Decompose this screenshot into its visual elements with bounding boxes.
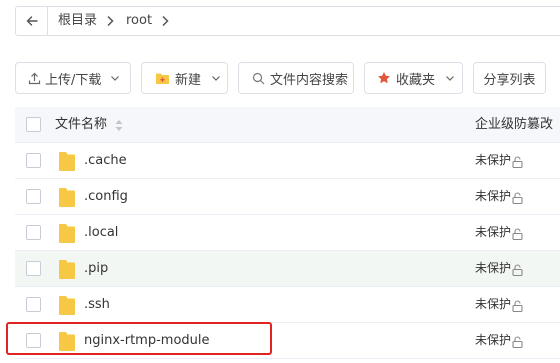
search-icon [252, 72, 265, 84]
column-header-filename[interactable]: 文件名称 [55, 107, 107, 143]
favorites-button[interactable]: 收藏夹 [364, 62, 463, 94]
protection-status: 未保护 [475, 297, 512, 311]
folder-icon [59, 188, 75, 207]
table-row[interactable]: nginx-rtmp-module 未保护 [15, 323, 560, 359]
folder-icon [59, 152, 75, 171]
chevron-right-icon [162, 15, 169, 27]
folder-icon [59, 224, 75, 243]
back-button[interactable] [16, 7, 48, 35]
lock-icon[interactable] [512, 264, 523, 276]
arrow-left-icon [26, 16, 38, 26]
folder-icon [59, 260, 75, 279]
protection-status: 未保护 [475, 333, 512, 347]
upload-download-button[interactable]: 上传/下载 [15, 62, 131, 94]
path-bar[interactable]: 根目录 root [15, 6, 560, 36]
upload-icon [28, 72, 41, 84]
file-name[interactable]: nginx-rtmp-module [84, 323, 210, 358]
row-checkbox[interactable] [26, 333, 41, 348]
table-row[interactable]: .ssh 未保护 [15, 287, 560, 323]
table-header: 文件名称 企业级防篡改 [15, 107, 560, 143]
protection-status: 未保护 [475, 189, 512, 203]
upload-download-label: 上传/下载 [45, 72, 102, 88]
star-icon [378, 72, 390, 84]
table-row[interactable]: .local 未保护 [15, 215, 560, 251]
chevron-down-icon [212, 76, 220, 81]
lock-icon[interactable] [512, 228, 523, 240]
new-folder-icon [156, 73, 169, 84]
lock-icon[interactable] [512, 156, 523, 168]
row-checkbox[interactable] [26, 153, 41, 168]
file-name[interactable]: .pip [84, 251, 108, 286]
favorites-label: 收藏夹 [396, 72, 436, 88]
folder-icon [59, 296, 75, 315]
lock-icon[interactable] [512, 192, 523, 204]
chevron-right-icon [107, 15, 114, 27]
table-row[interactable]: .pip 未保护 [15, 251, 560, 287]
protection-status: 未保护 [475, 261, 512, 275]
file-name[interactable]: .local [84, 215, 118, 250]
lock-icon[interactable] [512, 300, 523, 312]
table-row[interactable]: .config 未保护 [15, 179, 560, 215]
share-list-label: 分享列表 [483, 72, 536, 88]
breadcrumb-root[interactable]: root [126, 7, 152, 35]
new-button[interactable]: 新建 [141, 62, 228, 94]
select-all-checkbox[interactable] [26, 117, 41, 132]
chevron-down-icon [111, 76, 120, 81]
new-label: 新建 [175, 72, 202, 88]
file-name[interactable]: .config [84, 179, 128, 214]
lock-icon[interactable] [512, 336, 523, 348]
row-checkbox[interactable] [26, 261, 41, 276]
file-content-search-button[interactable]: 文件内容搜索 [238, 62, 354, 94]
protection-status: 未保护 [475, 225, 512, 239]
column-header-protection: 企业级防篡改 [475, 117, 554, 132]
row-checkbox[interactable] [26, 225, 41, 240]
protection-status: 未保护 [475, 153, 512, 167]
table-row[interactable]: .cache 未保护 [15, 143, 560, 179]
folder-icon [59, 332, 75, 351]
file-content-search-label: 文件内容搜索 [270, 72, 349, 88]
row-checkbox[interactable] [26, 189, 41, 204]
chevron-down-icon [446, 76, 454, 81]
file-name[interactable]: .ssh [84, 287, 110, 322]
row-checkbox[interactable] [26, 297, 41, 312]
sort-icon[interactable] [114, 119, 124, 132]
file-name[interactable]: .cache [84, 143, 127, 178]
share-list-button[interactable]: 分享列表 [473, 62, 546, 94]
breadcrumb-root-dir[interactable]: 根目录 [58, 7, 97, 35]
